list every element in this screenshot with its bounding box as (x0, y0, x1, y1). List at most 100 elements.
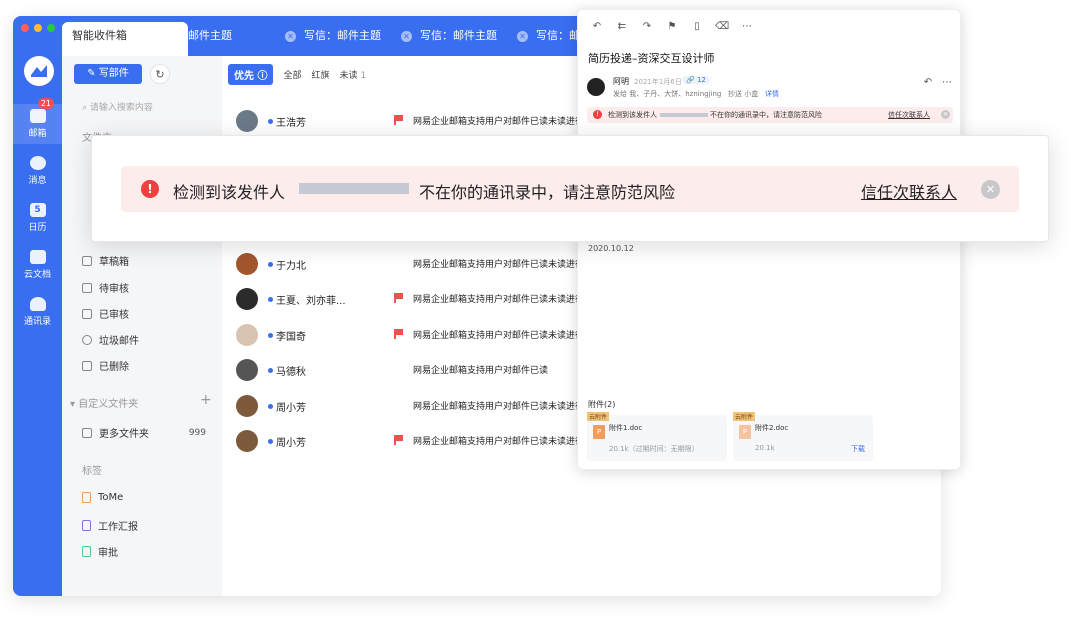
red-flag-icon[interactable] (394, 435, 403, 445)
mail-sender: 王浩芳 (276, 118, 306, 129)
cloud-doc-icon (29, 250, 46, 264)
close-icon[interactable]: ✕ (941, 110, 950, 119)
filter-priority[interactable]: 优先 ⓘ (228, 64, 274, 85)
mail-subject: 网易企业邮箱支持用户对邮件已读未读进行 (413, 295, 585, 305)
cloud-attachment-tag: 云附件 (733, 412, 756, 421)
more-icon[interactable]: ⋯ (940, 76, 954, 90)
folder-count: 999 (188, 427, 206, 438)
maximize-window-icon[interactable] (47, 24, 55, 32)
custom-folders-section-title[interactable]: ▾ 自定义文件夹 (70, 395, 138, 410)
forward-icon[interactable]: ↷ (640, 20, 654, 34)
attachment-size: 20.1k（过期时间：无期限） (609, 445, 699, 453)
recipients-text: 发给 我、子丹、大饼、hzningjing (613, 90, 722, 98)
download-link[interactable]: 下载 (851, 444, 865, 454)
checked-icon (82, 308, 92, 319)
attachment-name: 附件1.doc (609, 424, 643, 432)
reply-icon[interactable]: ↶ (590, 20, 604, 34)
reply-icon[interactable]: ↶ (921, 76, 935, 90)
rail-item-cloud-doc[interactable]: 云文档 (13, 250, 62, 280)
details-link[interactable]: 详情 (765, 90, 779, 98)
tag-tome[interactable]: ToMe (82, 492, 206, 503)
folder-spam[interactable]: 垃圾邮件 (82, 332, 206, 347)
tab-compose-2[interactable]: 写信：邮件主题 ✕ (410, 22, 536, 50)
warning-prefix: 检测到该发件人 (608, 111, 657, 119)
mail-subject: 网易企业邮箱支持用户对邮件已读 (413, 366, 549, 376)
filter-label: 未读 (339, 71, 358, 81)
tag-approval[interactable]: 审批 (82, 544, 206, 559)
unread-dot (268, 439, 273, 444)
tab-compose-1[interactable]: 写信：邮件主题 ✕ (294, 22, 420, 50)
folder-drafts[interactable]: 草稿箱 (82, 253, 206, 268)
section-label: 自定义文件夹 (78, 399, 139, 410)
filter-all[interactable]: 全部 (283, 68, 301, 81)
mail-subject: 网易企业邮箱支持用户对邮件已读未读进行 (413, 402, 585, 412)
folder-more[interactable]: 更多文件夹 999 (82, 425, 206, 440)
flag-icon[interactable]: ⚑ (665, 20, 679, 34)
avatar (236, 324, 258, 346)
rail-item-mail[interactable]: 21 邮箱 (13, 98, 62, 144)
mail-subject: 网易企业邮箱支持用户对邮件已读未读进行 (413, 260, 585, 270)
attachment-count[interactable]: 🔗 12 (682, 76, 710, 84)
rail-item-messages[interactable]: 消息 (13, 156, 62, 186)
filter-flagged[interactable]: 红旗 (312, 68, 330, 81)
rail-item-label: 邮箱 (28, 129, 47, 139)
contacts-icon (29, 297, 46, 311)
mail-badge: 21 (37, 98, 54, 109)
tab-mail-subject[interactable]: 邮件主题 ✕ (178, 22, 304, 50)
mail-sender: 周小芳 (276, 403, 306, 414)
unread-count: 1 (360, 71, 367, 81)
tab-label: 智能收件箱 (72, 29, 127, 42)
minimize-window-icon[interactable] (34, 24, 42, 32)
avatar (236, 253, 258, 275)
tab-label: 邮件主题 (188, 29, 232, 42)
folder-pending-review[interactable]: 待审核 (82, 280, 206, 295)
folder-deleted[interactable]: 已删除 (82, 358, 206, 373)
search-input[interactable]: ⌕ 请输入搜索内容 (82, 100, 153, 113)
red-flag-icon[interactable] (394, 115, 403, 125)
trust-contact-link[interactable]: 信任次联系人 (888, 110, 930, 120)
recipients: 发给 我、子丹、大饼、hzningjing 抄送 小盒 详情 (613, 89, 779, 99)
close-window-icon[interactable] (21, 24, 29, 32)
mail-sender: 于力北 (276, 261, 306, 272)
mail-sender: 马德秋 (276, 367, 306, 378)
compose-button[interactable]: ✎ 写部件 (74, 64, 142, 84)
trust-contact-link[interactable]: 信任次联系人 (861, 179, 957, 203)
warning-prefix: 检测到该发件人 (173, 183, 286, 202)
more-icon[interactable]: ⋯ (740, 20, 754, 34)
rail-item-contacts[interactable]: 通讯录 (13, 297, 62, 327)
attachment-card[interactable]: 云附件 P 附件1.doc 20.1k（过期时间：无期限） (587, 412, 727, 461)
mail-sender: 李国奇 (276, 332, 306, 343)
filter-unread[interactable]: 未读 1 (340, 68, 367, 81)
red-flag-icon[interactable] (394, 329, 403, 339)
mail-subject: 网易企业邮箱支持用户对邮件已读未读进行 (413, 437, 585, 447)
filter-label: 优先 (234, 71, 254, 82)
add-folder-icon[interactable]: + (200, 392, 212, 408)
rail-item-label: 通讯录 (23, 317, 51, 327)
folder-label: 已审核 (99, 310, 129, 321)
attachment-name: 附件2.doc (755, 424, 789, 432)
ppt-file-icon: P (593, 425, 605, 439)
sender-avatar (587, 78, 605, 96)
close-icon[interactable]: ✕ (981, 180, 1000, 199)
tag-work-report[interactable]: 工作汇报 (82, 518, 206, 533)
mail-subject: 网易企业邮箱支持用户对邮件已读未读进行 (413, 117, 585, 127)
attachment-size: 20.1k (755, 444, 775, 452)
window-controls (21, 24, 55, 32)
bookmark-icon[interactable]: ▯ (690, 20, 704, 34)
mail-title: 简历投递–资深交互设计师 (588, 52, 715, 65)
reply-all-icon[interactable]: ⇇ (615, 20, 629, 34)
refresh-icon[interactable]: ↻ (150, 64, 170, 84)
folder-reviewed[interactable]: 已审核 (82, 306, 206, 321)
delete-icon[interactable]: ⌫ (715, 20, 729, 34)
cloud-attachment-tag: 云附件 (587, 412, 610, 421)
avatar (236, 359, 258, 381)
tab-smart-inbox[interactable]: 智能收件箱 (62, 22, 188, 56)
attachment-card[interactable]: 云附件 P 附件2.doc 20.1k 下载 (733, 412, 873, 461)
rail-item-calendar[interactable]: 5 日历 (13, 203, 62, 233)
chat-icon (29, 156, 46, 170)
avatar (236, 288, 258, 310)
sender-name[interactable]: 阿明 (613, 76, 629, 87)
tab-label: 写信：邮件主题 (304, 29, 381, 42)
tag-label: 工作汇报 (98, 522, 138, 533)
red-flag-icon[interactable] (394, 293, 403, 303)
